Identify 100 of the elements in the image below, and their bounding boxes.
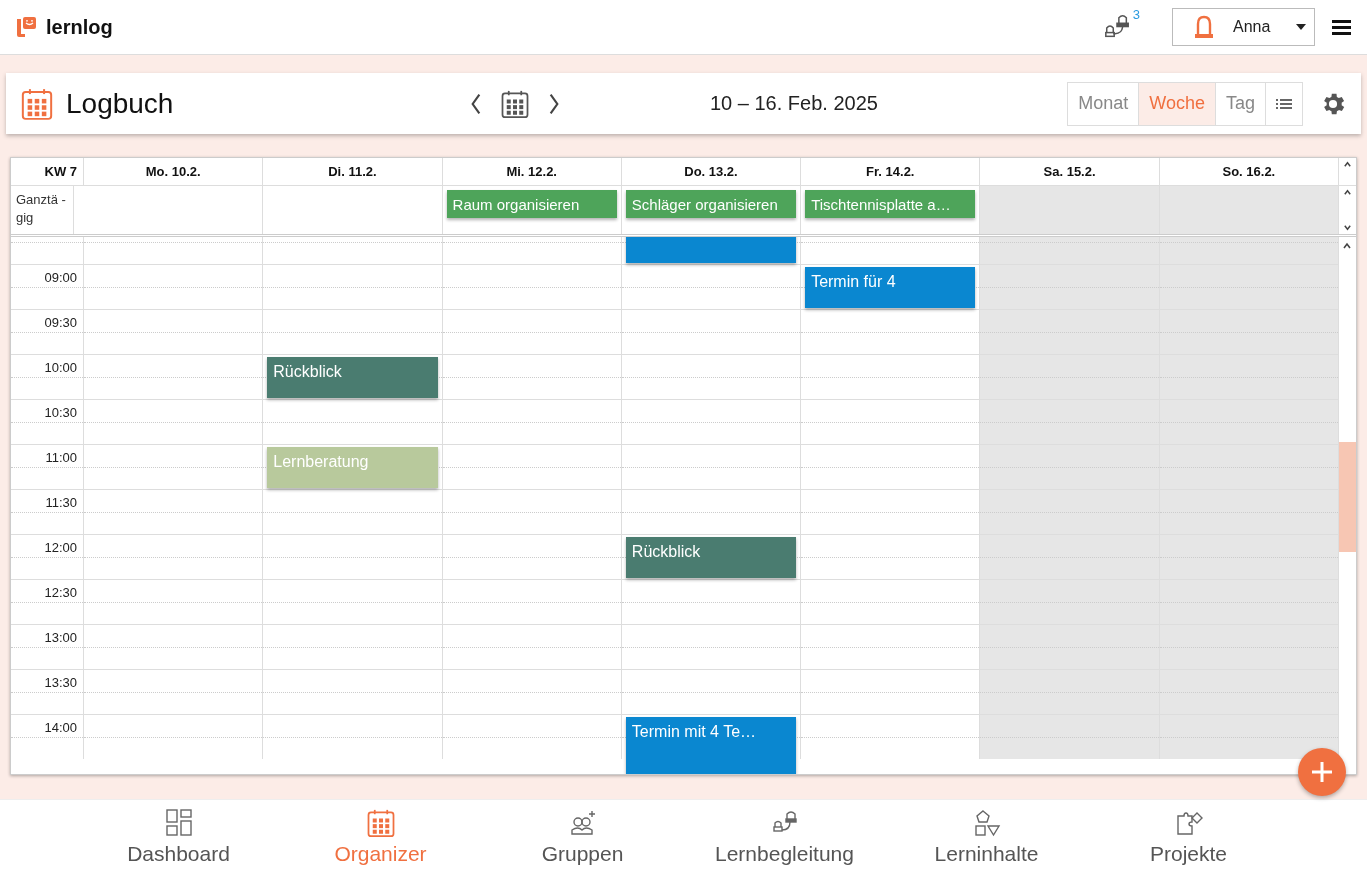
time-slot[interactable] <box>263 714 443 759</box>
time-label: 10:30 <box>11 399 84 444</box>
time-slot[interactable] <box>442 399 622 444</box>
time-slot[interactable] <box>980 714 1160 759</box>
time-slot[interactable] <box>980 624 1160 669</box>
time-slot[interactable] <box>1159 669 1339 714</box>
time-slot[interactable] <box>263 534 443 579</box>
time-slot[interactable] <box>1159 354 1339 399</box>
time-slot[interactable] <box>263 624 443 669</box>
time-slot[interactable] <box>980 399 1160 444</box>
time-slot[interactable] <box>442 309 622 354</box>
time-slot[interactable] <box>980 489 1160 534</box>
date-range: 10 – 16. Feb. 2025 <box>710 92 878 115</box>
time-slot[interactable] <box>621 399 802 444</box>
time-slot[interactable] <box>980 579 1160 624</box>
time-slot[interactable] <box>84 399 264 444</box>
nav-tab[interactable]: Lernbegleitung <box>683 800 886 869</box>
nav-tab[interactable]: Lerninhalte <box>885 800 1088 869</box>
time-slot[interactable] <box>621 264 802 309</box>
time-slot[interactable] <box>442 264 622 309</box>
time-slot[interactable] <box>1159 624 1339 669</box>
time-slot[interactable] <box>621 309 802 354</box>
scrollbar-thumb[interactable] <box>1339 442 1356 552</box>
scroll-down-icon[interactable] <box>1343 223 1352 232</box>
time-slot[interactable] <box>980 444 1160 489</box>
time-slot[interactable] <box>1159 489 1339 534</box>
calendar-event[interactable]: Rückblick <box>267 357 438 398</box>
time-slot[interactable] <box>263 669 443 714</box>
time-slot[interactable] <box>263 579 443 624</box>
scrollbar[interactable] <box>1339 237 1356 774</box>
calendar-event[interactable]: Termin für 4 <box>805 267 976 308</box>
time-slot[interactable] <box>621 354 802 399</box>
user-icon <box>1193 15 1215 39</box>
time-slot[interactable] <box>84 534 264 579</box>
time-slot[interactable] <box>621 444 802 489</box>
all-day-event[interactable]: Raum organisieren <box>446 190 617 218</box>
time-slot[interactable] <box>442 624 622 669</box>
view-tab[interactable]: Woche <box>1139 82 1216 125</box>
time-slot[interactable] <box>980 669 1160 714</box>
time-slot[interactable] <box>84 714 264 759</box>
scroll-up-icon[interactable] <box>1343 160 1352 169</box>
previous-week-button[interactable] <box>470 92 482 115</box>
caret-icon <box>1296 24 1306 30</box>
time-slot[interactable] <box>442 714 622 759</box>
time-label: 13:00 <box>11 624 84 669</box>
time-slot[interactable] <box>442 444 622 489</box>
menu-icon[interactable] <box>1332 19 1351 35</box>
time-slot[interactable] <box>980 264 1160 309</box>
time-label: 12:00 <box>11 534 84 579</box>
all-day-event[interactable]: Tischtennisplatte a… <box>805 190 976 218</box>
time-slot[interactable] <box>442 354 622 399</box>
time-slot[interactable] <box>84 264 264 309</box>
time-slot[interactable] <box>980 354 1160 399</box>
time-slot[interactable] <box>621 624 802 669</box>
all-day-cell[interactable] <box>1159 186 1339 234</box>
time-slot[interactable] <box>442 579 622 624</box>
scroll-up-icon[interactable] <box>1342 241 1352 251</box>
time-slot[interactable] <box>84 489 264 534</box>
time-slot[interactable] <box>263 399 443 444</box>
time-slot[interactable] <box>980 309 1160 354</box>
time-label: 09:30 <box>11 309 84 354</box>
add-button[interactable] <box>1298 748 1346 796</box>
time-slot[interactable] <box>1159 534 1339 579</box>
notification-count: 3 <box>1132 7 1140 22</box>
all-day-event[interactable]: Schläger organisieren <box>625 190 797 218</box>
time-slot[interactable] <box>621 579 802 624</box>
time-slot[interactable] <box>84 624 264 669</box>
time-slot[interactable] <box>1159 714 1339 759</box>
time-slot[interactable] <box>442 669 622 714</box>
time-slot[interactable] <box>263 489 443 534</box>
time-slot[interactable] <box>84 579 264 624</box>
time-slot[interactable] <box>84 309 264 354</box>
next-week-button[interactable] <box>548 92 560 115</box>
day-header: Sa. 15.2. <box>1043 164 1096 179</box>
time-slot[interactable] <box>84 444 264 489</box>
nav-tab[interactable]: Dashboard <box>77 800 280 869</box>
time-slot[interactable] <box>1159 399 1339 444</box>
time-slot[interactable] <box>263 309 443 354</box>
user-dropdown[interactable]: Anna <box>1172 8 1315 46</box>
scroll-up-icon[interactable] <box>1343 188 1352 197</box>
time-slot[interactable] <box>1159 309 1339 354</box>
time-slot[interactable] <box>980 534 1160 579</box>
time-slot[interactable] <box>84 669 264 714</box>
time-slot[interactable] <box>1159 579 1339 624</box>
time-slot[interactable] <box>621 489 802 534</box>
time-slot[interactable] <box>442 534 622 579</box>
calendar-picker-icon[interactable] <box>500 88 530 119</box>
calendar-event[interactable]: Termin mit 4 Te… <box>625 717 797 774</box>
time-slot[interactable] <box>1159 444 1339 489</box>
calendar-event[interactable]: Rückblick <box>625 537 797 578</box>
time-slot[interactable] <box>442 489 622 534</box>
day-header: Fr. 14.2. <box>866 164 915 179</box>
nav-tab[interactable]: Projekte <box>1087 800 1290 869</box>
time-slot[interactable] <box>263 264 443 309</box>
time-slot[interactable] <box>1159 264 1339 309</box>
time-slot[interactable] <box>84 354 264 399</box>
nav-tab[interactable]: Organizer <box>279 800 482 869</box>
time-slot[interactable] <box>621 669 802 714</box>
all-day-cell[interactable] <box>980 186 1160 234</box>
nav-tab[interactable]: Gruppen <box>481 800 684 869</box>
